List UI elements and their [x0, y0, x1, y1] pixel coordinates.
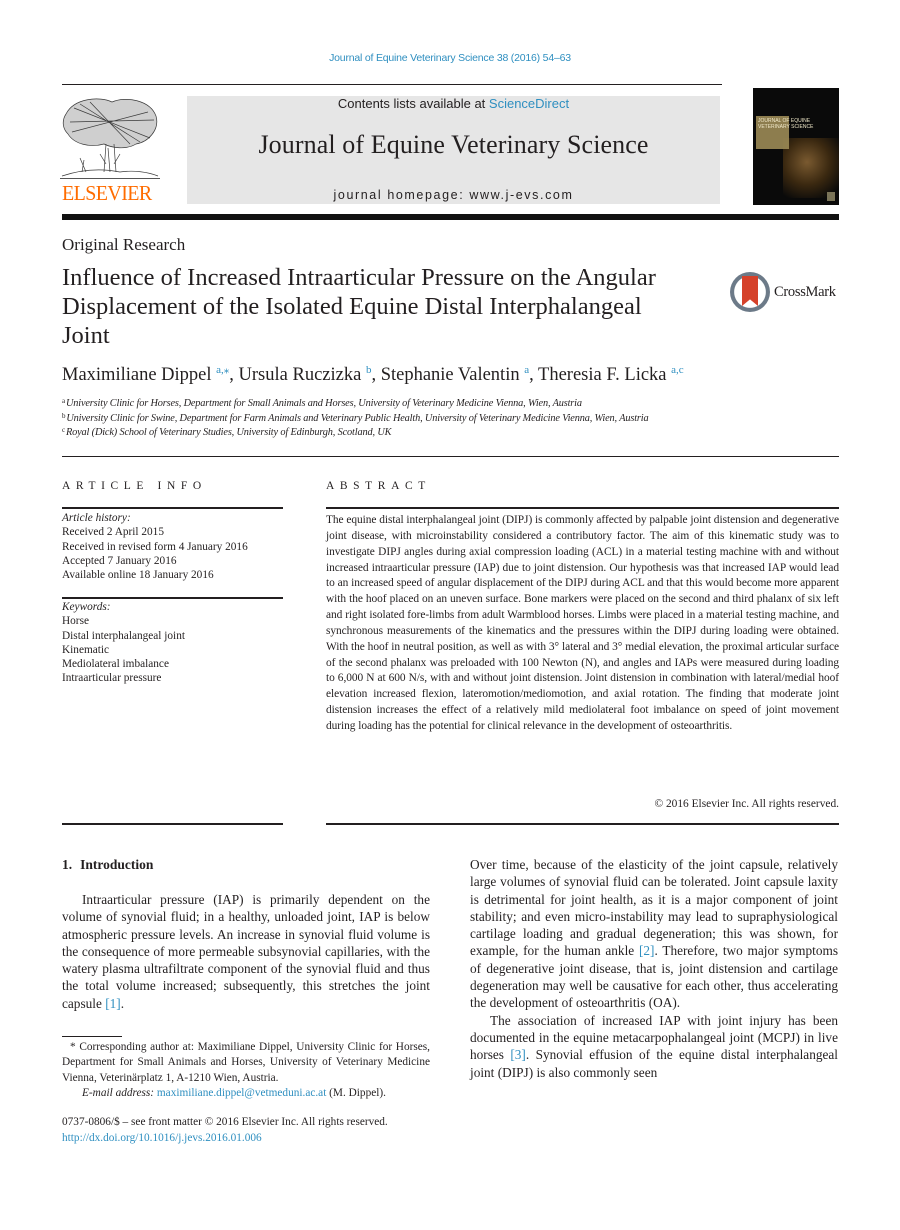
- corresponding-author-footnote: * Corresponding author at: Maximiliane D…: [62, 1040, 430, 1101]
- abstract-bottom-rule: [326, 823, 839, 825]
- paragraph: Over time, because of the elasticity of …: [470, 856, 838, 1012]
- corresponding-author-text: * Corresponding author at: Maximiliane D…: [62, 1041, 430, 1084]
- author-list: Maximiliane Dippel a,⁎, Ursula Ruczizka …: [62, 364, 684, 386]
- section-number: 1.: [62, 857, 73, 872]
- keywords-label: Keywords:: [62, 601, 111, 613]
- title-divider: [62, 456, 839, 457]
- issn-line: 0737-0806/$ – see front matter © 2016 El…: [62, 1116, 388, 1128]
- section-heading-introduction: 1. Introduction: [62, 857, 153, 873]
- crossmark-label: CrossMark: [774, 284, 836, 300]
- elsevier-tree-icon: [60, 98, 160, 179]
- keywords: Keywords: Horse Distal interphalangeal j…: [62, 600, 284, 686]
- affiliation-text: University Clinic for Swine, Department …: [66, 412, 649, 424]
- email-link[interactable]: maximiliane.dippel@vetmeduni.ac.at: [157, 1087, 326, 1099]
- email-suffix: (M. Dippel).: [326, 1086, 386, 1099]
- history-item: Accepted 7 January 2016: [62, 554, 177, 567]
- affiliation: aUniversity Clinic for Horses, Departmen…: [62, 397, 648, 412]
- journal-title: Journal of Equine Veterinary Science: [258, 130, 649, 159]
- journal-cover-image[interactable]: JOURNAL OF EQUINE VETERINARY SCIENCE: [753, 88, 839, 205]
- contents-prefix: Contents lists available at: [337, 96, 489, 111]
- header-thick-rule: [62, 214, 839, 220]
- header-rule: [62, 84, 722, 85]
- reference-link[interactable]: [3]: [510, 1047, 526, 1062]
- email-label: E-mail address:: [82, 1086, 155, 1099]
- article-history: Article history: Received 2 April 2015 R…: [62, 511, 284, 582]
- author-affiliation-link[interactable]: a,c: [671, 364, 684, 376]
- keyword: Mediolateral imbalance: [62, 658, 169, 671]
- elsevier-wordmark: ELSEVIER: [62, 181, 152, 205]
- author-affiliation-link[interactable]: a: [524, 364, 529, 376]
- footnote-rule: [62, 1036, 122, 1037]
- affiliation-text: Royal (Dick) School of Veterinary Studie…: [65, 427, 392, 439]
- abstract-copyright: © 2016 Elsevier Inc. All rights reserved…: [654, 798, 839, 810]
- sciencedirect-link[interactable]: ScienceDirect: [489, 96, 569, 111]
- author-name: Stephanie Valentin: [380, 365, 520, 385]
- paragraph-text: . Synovial effusion of the equine distal…: [470, 1047, 838, 1080]
- body-column-right: Over time, because of the elasticity of …: [470, 856, 838, 1081]
- affiliation-mark: a: [62, 397, 65, 405]
- paragraph: Intraarticular pressure (IAP) is primari…: [62, 891, 430, 1012]
- cover-title: JOURNAL OF EQUINE VETERINARY SCIENCE: [758, 118, 839, 130]
- article-info-rule: [62, 507, 283, 509]
- article-info-heading: ARTICLE INFO: [62, 480, 207, 492]
- elsevier-logo[interactable]: ELSEVIER: [60, 94, 160, 206]
- journal-citation[interactable]: Journal of Equine Veterinary Science 38 …: [0, 52, 900, 64]
- reference-link[interactable]: [2]: [639, 943, 655, 958]
- author-affiliation-link[interactable]: b: [366, 364, 372, 376]
- article-type: Original Research: [62, 235, 186, 254]
- article-title: Influence of Increased Intraarticular Pr…: [62, 264, 656, 349]
- affiliation: cRoyal (Dick) School of Veterinary Studi…: [62, 426, 648, 441]
- reference-link[interactable]: [1]: [105, 996, 121, 1011]
- journal-homepage-link[interactable]: journal homepage: www.j-evs.com: [187, 188, 720, 202]
- paragraph: The association of increased IAP with jo…: [470, 1012, 838, 1081]
- article-info-bottom-rule: [62, 823, 283, 825]
- email-line: E-mail address: maximiliane.dippel@vetme…: [62, 1086, 430, 1101]
- body-column-left: Intraarticular pressure (IAP) is primari…: [62, 891, 430, 1012]
- journal-banner: Contents lists available at ScienceDirec…: [187, 96, 720, 204]
- history-item: Available online 18 January 2016: [62, 569, 214, 582]
- cover-artwork: [783, 138, 839, 198]
- abstract-text: The equine distal interphalangeal joint …: [326, 514, 839, 732]
- keyword: Kinematic: [62, 643, 110, 656]
- keyword: Intraarticular pressure: [62, 672, 162, 685]
- affiliation-mark: b: [62, 411, 66, 420]
- cover-elsevier-icon: [827, 192, 835, 201]
- history-item: Received 2 April 2015: [62, 526, 164, 539]
- affiliation-text: University Clinic for Horses, Department…: [65, 398, 582, 409]
- keyword: Distal interphalangeal joint: [62, 629, 185, 642]
- author-affiliation-link[interactable]: a,⁎: [216, 364, 229, 376]
- section-title: Introduction: [80, 857, 154, 872]
- author-name: Ursula Ruczizka: [238, 365, 362, 385]
- front-matter: 0737-0806/$ – see front matter © 2016 El…: [62, 1114, 442, 1146]
- affiliation: bUniversity Clinic for Swine, Department…: [62, 411, 649, 427]
- paragraph-text: .: [120, 995, 125, 1011]
- affiliation-mark: c: [62, 426, 65, 435]
- author-name: Maximiliane Dippel: [62, 365, 212, 385]
- crossmark-button[interactable]: CrossMark: [730, 272, 845, 316]
- abstract-rule: [326, 507, 839, 509]
- paragraph-text: Intraarticular pressure (IAP) is primari…: [62, 892, 430, 1011]
- affiliations: aUniversity Clinic for Horses, Departmen…: [62, 397, 649, 441]
- doi-link[interactable]: http://dx.doi.org/10.1016/j.jevs.2016.01…: [62, 1130, 442, 1146]
- contents-line: Contents lists available at ScienceDirec…: [187, 96, 720, 111]
- keyword: Horse: [62, 615, 89, 628]
- history-item: Received in revised form 4 January 2016: [62, 540, 248, 553]
- author-name: Theresia F. Licka: [538, 365, 667, 385]
- cover-title-text: JOURNAL OF EQUINE VETERINARY SCIENCE: [758, 118, 814, 130]
- article-history-label: Article history:: [62, 512, 131, 524]
- keywords-rule: [62, 597, 283, 599]
- abstract-heading: ABSTRACT: [326, 480, 431, 492]
